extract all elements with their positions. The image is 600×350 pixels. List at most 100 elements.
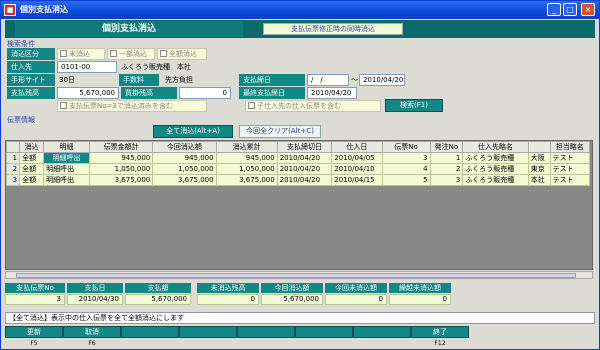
tilde: ～ — [351, 76, 358, 84]
option-include-slip3[interactable]: 支払伝票No=3で消込済みを含む — [57, 100, 207, 112]
table-header: 消込 明細 伝票金額計 今回消込額 消込累計 支払締切日 仕入日 伝票No 発注… — [6, 141, 591, 153]
cancel-button[interactable]: 取消 — [63, 326, 121, 338]
option-include-child[interactable]: 子仕入先の仕入伝票を含む — [245, 100, 381, 112]
maximize-button[interactable]: □ — [563, 3, 577, 16]
col-header: 発注No — [429, 141, 464, 153]
site-value: 30日 — [59, 76, 75, 84]
fkey-f7-button[interactable] — [121, 326, 179, 338]
closing-cell: 2010/04/20 — [276, 152, 333, 164]
exit-button[interactable]: 終了 — [411, 326, 469, 338]
current-cell[interactable]: 945,000 — [152, 152, 217, 164]
app-window: ■ 個別支払消込 _ □ × 個別支払消込 支払伝票修正時の同時消込 検索条件 … — [0, 0, 600, 350]
paydate-from-input[interactable]: / / — [307, 74, 349, 86]
cumulative-cell: 945,000 — [215, 152, 278, 164]
supplier-name: ふくろう販売種 本社 — [121, 63, 191, 71]
paydate-to-input[interactable]: 2010/04/20 — [359, 74, 405, 86]
check-unpaid[interactable]: 未消込 — [57, 48, 105, 60]
date-cell: 2010/04/05 — [331, 152, 383, 164]
slip-no-cell: 4 — [381, 163, 431, 175]
fkey-f11-button[interactable] — [353, 326, 411, 338]
unpaid-value: 0 — [197, 294, 259, 305]
order-no-cell: 3 — [429, 174, 464, 186]
amount-cell: 945,000 — [88, 152, 154, 164]
staff-cell: テスト — [549, 163, 591, 175]
table-row[interactable]: 2 全額 明細呼出 1,050,000 1,050,000 1,050,000 … — [6, 163, 591, 175]
pay-date-label: 支払日 — [67, 283, 123, 293]
col-header: 支払締切日 — [276, 141, 333, 153]
cumulative-cell: 3,675,000 — [215, 174, 278, 186]
notice-banner[interactable]: 支払伝票修正時の同時消込 — [263, 23, 403, 35]
balance-value: 5,670,000 — [57, 87, 119, 99]
supplier-cell: ふくろう販売種 — [462, 174, 529, 186]
current-cell[interactable]: 3,675,000 — [152, 174, 217, 186]
slip-no-cell: 3 — [381, 152, 431, 164]
search-button[interactable]: 検索(F1) — [385, 99, 443, 112]
all-clear-button[interactable]: 全て消込(Alt+A) — [153, 125, 233, 138]
order-no-cell: 2 — [429, 163, 464, 175]
unpaid-label: 未消込残高 — [197, 283, 259, 293]
col-header: 明細 — [43, 141, 90, 153]
table-row[interactable]: 3 全額 明細呼出 3,675,000 3,675,000 3,675,000 … — [6, 174, 591, 186]
app-icon: ■ — [4, 4, 16, 16]
carry-value: 0 — [389, 294, 451, 305]
current-unpaid-value: 0 — [325, 294, 387, 305]
buy-balance-value: 0 — [179, 87, 231, 99]
col-header — [527, 141, 551, 153]
detail-button[interactable]: 明細呼出 — [43, 152, 90, 164]
amount-cell: 3,675,000 — [88, 174, 154, 186]
fkey-f8-button[interactable] — [179, 326, 237, 338]
kubun-cell[interactable]: 全額 — [19, 152, 45, 164]
check-full-label: 全額消込 — [169, 50, 197, 58]
page-title: 個別支払消込 — [15, 21, 243, 37]
current-cell[interactable]: 1,050,000 — [152, 163, 217, 175]
col-header: 消込累計 — [215, 141, 278, 153]
status-bar: 【全て消込】表示中の仕入伝票を全て全額消込にします — [5, 312, 595, 324]
order-no-cell: 1 — [429, 152, 464, 164]
paydate-label: 支払締日 — [239, 74, 305, 86]
pay-no-label: 支払伝票No — [5, 283, 65, 293]
carry-label: 繰越未消込額 — [389, 283, 451, 293]
row-number: 2 — [6, 163, 21, 175]
horizontal-scrollbar[interactable] — [5, 271, 593, 279]
date-cell: 2010/04/10 — [331, 163, 383, 175]
supplier-cell: ふくろう販売種 — [462, 152, 529, 164]
scroll-thumb[interactable] — [16, 273, 576, 278]
slip-table: 消込 明細 伝票金額計 今回消込額 消込累計 支払締切日 仕入日 伝票No 発注… — [5, 140, 593, 270]
check-partial-label: 一部消込 — [119, 50, 147, 58]
detail-button[interactable]: 明細呼出 — [43, 174, 90, 186]
kubun-cell[interactable]: 全額 — [19, 163, 45, 175]
check-full[interactable]: 全額消込 — [157, 48, 207, 60]
current-unpaid-label: 今回未消込額 — [325, 283, 387, 293]
update-button[interactable]: 更新 — [5, 326, 63, 338]
col-header: 今回消込額 — [152, 141, 217, 153]
fkey-f10-button[interactable] — [295, 326, 353, 338]
pay-amount-label: 支払額 — [125, 283, 191, 293]
slip-group-title: 伝票情報 — [7, 116, 35, 124]
cumulative-cell: 1,050,000 — [215, 163, 278, 175]
col-header: 担当略名 — [549, 141, 591, 153]
supplier-code-input[interactable]: 0101-00 — [57, 61, 117, 73]
check-partial[interactable]: 一部消込 — [107, 48, 155, 60]
fee-value: 先方負担 — [165, 76, 193, 84]
last-paydate-label: 最終支払締日 — [239, 87, 305, 99]
area-cell: 大阪 — [527, 152, 551, 164]
option-include-slip3-label: 支払伝票No=3で消込済みを含む — [69, 102, 173, 110]
window-title: 個別支払消込 — [20, 5, 68, 14]
current-total-label: 今回消込額 — [261, 283, 323, 293]
close-button[interactable]: × — [581, 3, 595, 16]
staff-cell: テスト — [549, 174, 591, 186]
table-row[interactable]: 1 全額 明細呼出 945,000 945,000 945,000 2010/0… — [6, 152, 591, 164]
option-include-child-label: 子仕入先の仕入伝票を含む — [257, 102, 341, 110]
f5-key-label: F5 — [30, 340, 38, 347]
kubun-cell[interactable]: 全額 — [19, 174, 45, 186]
fee-label: 手数料 — [119, 74, 159, 86]
clear-current-button[interactable]: 今回全クリア(Alt+C) — [239, 125, 321, 138]
detail-button[interactable]: 明細呼出 — [43, 163, 90, 175]
check-unpaid-label: 未消込 — [69, 50, 90, 58]
minimize-button[interactable]: _ — [547, 3, 561, 16]
fkey-f9-button[interactable] — [237, 326, 295, 338]
buy-balance-label: 買掛残高 — [121, 87, 177, 99]
row-header-corner — [6, 141, 21, 153]
row-number: 3 — [6, 174, 21, 186]
f6-key-label: F6 — [88, 340, 96, 347]
